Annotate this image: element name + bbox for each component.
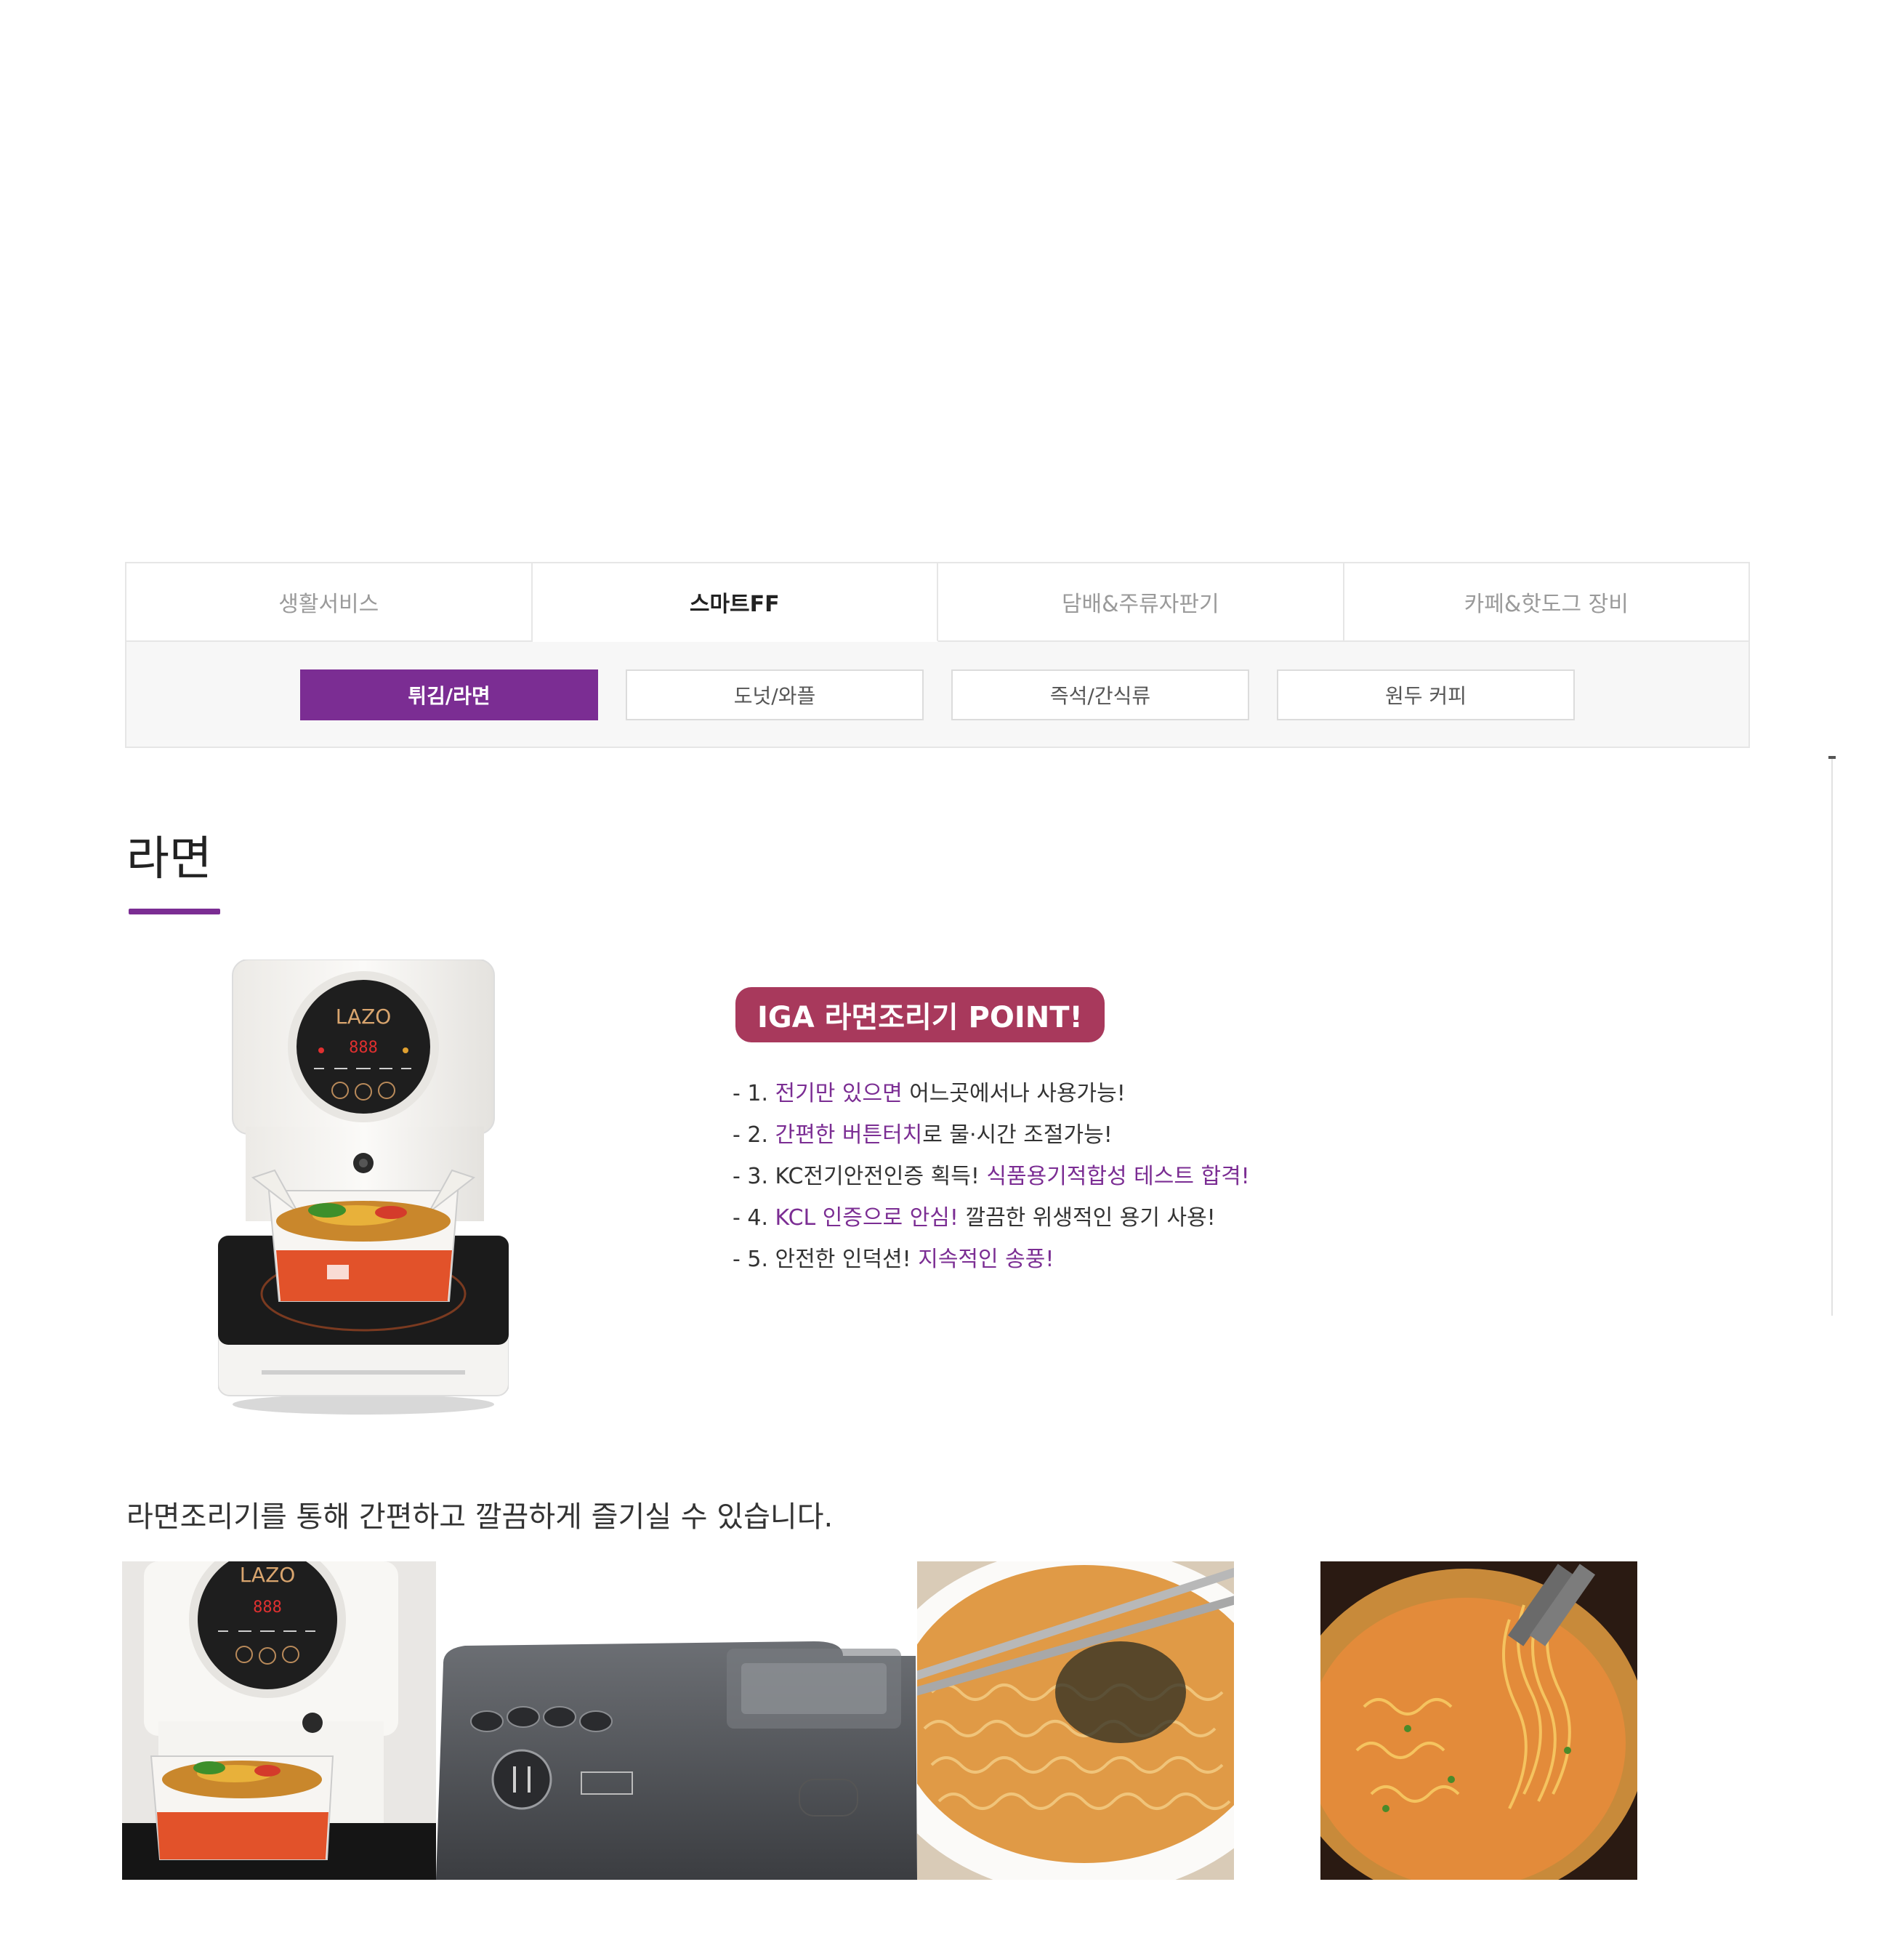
- point-highlight: 지속적인 송풍!: [918, 1247, 1054, 1272]
- sub-tab-bar: 튀김/라면 도넛/와플 즉석/간식류 원두 커피: [126, 642, 1748, 748]
- point-highlight: 간편한 버튼터치: [775, 1122, 923, 1148]
- subtab-bean-coffee[interactable]: 원두 커피: [1277, 669, 1575, 720]
- point-text: 깔끔한 위생적인 용기 사용!: [958, 1205, 1216, 1231]
- title-underline: [129, 909, 220, 914]
- point-highlight: KCL 인증으로 안심!: [775, 1205, 959, 1231]
- main-tab-bar: 생활서비스 스마트FF 담배&주류자판기 카페&핫도그 장비: [126, 563, 1748, 642]
- tab-tobacco-liquor-vending[interactable]: 담배&주류자판기: [938, 563, 1344, 642]
- point-text: 어느곳에서나 사용가능!: [902, 1081, 1126, 1106]
- list-item: - 2. 간편한 버튼터치로 물·시간 조절가능!: [733, 1114, 1250, 1156]
- subtab-fried-ramen[interactable]: 튀김/라면: [300, 669, 598, 720]
- point-text: - 1.: [733, 1081, 775, 1106]
- point-text: 로 물·시간 조절가능!: [922, 1122, 1113, 1148]
- subtab-instant-snack[interactable]: 즉석/간식류: [951, 669, 1249, 720]
- gallery-ramen-pot-image: [1320, 1561, 1637, 1880]
- point-text: - 3. KC전기안전인증 획득!: [733, 1164, 987, 1189]
- list-item: - 5. 안전한 인덕션! 지속적인 송풍!: [733, 1239, 1250, 1280]
- tab-living-service[interactable]: 생활서비스: [126, 563, 533, 642]
- page-title: 라면: [126, 832, 212, 886]
- point-highlight: 식품용기적합성 테스트 합격!: [986, 1164, 1250, 1189]
- point-highlight: 전기만 있으면: [775, 1081, 903, 1106]
- point-text: - 5. 안전한 인덕션!: [733, 1247, 919, 1272]
- gallery-machine-image: [436, 1561, 917, 1880]
- list-item: - 3. KC전기안전인증 획득! 식품용기적합성 테스트 합격!: [733, 1156, 1250, 1197]
- point-badge: IGA 라면조리기 POINT!: [735, 987, 1105, 1042]
- list-item: - 4. KCL 인증으로 안심! 깔끔한 위생적인 용기 사용!: [733, 1197, 1250, 1239]
- gallery-cooker-image: LAZO 888: [122, 1561, 436, 1880]
- svg-text:888: 888: [349, 1039, 378, 1057]
- svg-text:LAZO: LAZO: [336, 1005, 392, 1029]
- svg-text:888: 888: [253, 1598, 282, 1617]
- svg-text:LAZO: LAZO: [240, 1563, 296, 1587]
- point-text: - 4.: [733, 1205, 775, 1231]
- gallery-caption: 라면조리기를 통해 간편하고 깔끔하게 즐기실 수 있습니다.: [126, 1500, 834, 1534]
- scroll-track: [1831, 756, 1833, 1316]
- gallery-ramen-bowl-image: [917, 1561, 1234, 1880]
- feature-point-list: - 1. 전기만 있으면 어느곳에서나 사용가능! - 2. 간편한 버튼터치로…: [733, 1073, 1250, 1280]
- point-text: - 2.: [733, 1122, 775, 1148]
- scroll-indicator: [1828, 756, 1836, 759]
- list-item: - 1. 전기만 있으면 어느곳에서나 사용가능!: [733, 1073, 1250, 1114]
- tab-smart-ff[interactable]: 스마트FF: [532, 563, 938, 642]
- subtab-donut-waffle[interactable]: 도넛/와플: [626, 669, 924, 720]
- tab-cafe-hotdog-equipment[interactable]: 카페&핫도그 장비: [1344, 563, 1748, 642]
- ramen-cooker-product-image: LAZO 888: [217, 959, 509, 1425]
- category-tab-panel: 생활서비스 스마트FF 담배&주류자판기 카페&핫도그 장비 튀김/라면 도넛/…: [125, 562, 1750, 748]
